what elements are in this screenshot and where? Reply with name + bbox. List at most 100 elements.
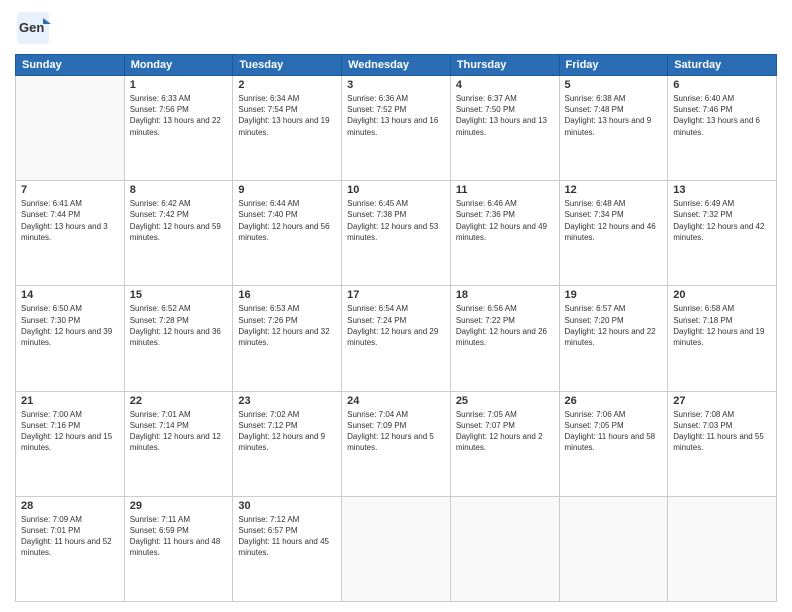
day-number: 16 — [238, 289, 336, 301]
calendar-cell — [342, 496, 451, 601]
day-number: 3 — [347, 79, 445, 91]
day-info: Sunrise: 6:34 AMSunset: 7:54 PMDaylight:… — [238, 93, 336, 138]
day-info: Sunrise: 7:02 AMSunset: 7:12 PMDaylight:… — [238, 409, 336, 454]
day-info: Sunrise: 7:11 AMSunset: 6:59 PMDaylight:… — [130, 514, 228, 559]
calendar-cell: 18Sunrise: 6:56 AMSunset: 7:22 PMDayligh… — [450, 286, 559, 391]
day-number: 24 — [347, 395, 445, 407]
day-info: Sunrise: 6:45 AMSunset: 7:38 PMDaylight:… — [347, 198, 445, 243]
logo-icon: Gen — [15, 10, 51, 46]
day-info: Sunrise: 6:48 AMSunset: 7:34 PMDaylight:… — [565, 198, 663, 243]
calendar-cell: 16 Sunrise: 6:53 AMSunset: 7:26 PMDayligh… — [233, 286, 342, 391]
day-number: 26 — [565, 395, 663, 407]
day-info: Sunrise: 6:37 AMSunset: 7:50 PMDaylight:… — [456, 93, 554, 138]
svg-text:Gen: Gen — [19, 20, 44, 35]
calendar-cell — [559, 496, 668, 601]
calendar-cell: 28 Sunrise: 7:09 AMSunset: 7:01 PMDayligh… — [16, 496, 125, 601]
day-info: Sunrise: 7:00 AMSunset: 7:16 PMDaylight:… — [21, 409, 119, 454]
calendar-cell: 19 Sunrise: 6:57 AMSunset: 7:20 PMDayligh… — [559, 286, 668, 391]
weekday-header-wednesday: Wednesday — [342, 55, 451, 76]
week-row-0: 1Sunrise: 6:33 AMSunset: 7:56 PMDaylight… — [16, 76, 777, 181]
day-info: Sunrise: 6:41 AMSunset: 7:44 PMDaylight:… — [21, 198, 119, 243]
calendar-cell: 23 Sunrise: 7:02 AMSunset: 7:12 PMDayligh… — [233, 391, 342, 496]
calendar-cell: 5 Sunrise: 6:38 AMSunset: 7:48 PMDaylight… — [559, 76, 668, 181]
calendar-cell — [450, 496, 559, 601]
day-number: 23 — [238, 395, 336, 407]
page: Gen SundayMondayTuesdayWednesdayThursday… — [0, 0, 792, 612]
calendar-cell: 3 Sunrise: 6:36 AMSunset: 7:52 PMDaylight… — [342, 76, 451, 181]
weekday-header-thursday: Thursday — [450, 55, 559, 76]
week-row-4: 28 Sunrise: 7:09 AMSunset: 7:01 PMDayligh… — [16, 496, 777, 601]
day-number: 19 — [565, 289, 663, 301]
week-row-3: 21 Sunrise: 7:00 AMSunset: 7:16 PMDayligh… — [16, 391, 777, 496]
day-number: 4 — [456, 79, 554, 91]
calendar-cell: 25Sunrise: 7:05 AMSunset: 7:07 PMDayligh… — [450, 391, 559, 496]
day-info: Sunrise: 6:58 AMSunset: 7:18 PMDaylight:… — [673, 303, 771, 348]
day-info: Sunrise: 6:38 AMSunset: 7:48 PMDaylight:… — [565, 93, 663, 138]
day-info: Sunrise: 6:57 AMSunset: 7:20 PMDaylight:… — [565, 303, 663, 348]
weekday-header-saturday: Saturday — [668, 55, 777, 76]
calendar-cell: 24 Sunrise: 7:04 AMSunset: 7:09 PMDayligh… — [342, 391, 451, 496]
day-info: Sunrise: 6:42 AMSunset: 7:42 PMDaylight:… — [130, 198, 228, 243]
calendar-cell: 11 Sunrise: 6:46 AMSunset: 7:36 PMDayligh… — [450, 181, 559, 286]
weekday-header-sunday: Sunday — [16, 55, 125, 76]
day-info: Sunrise: 7:08 AMSunset: 7:03 PMDaylight:… — [673, 409, 771, 454]
day-number: 8 — [130, 184, 228, 196]
calendar-cell: 15Sunrise: 6:52 AMSunset: 7:28 PMDayligh… — [124, 286, 233, 391]
day-number: 17 — [347, 289, 445, 301]
day-info: Sunrise: 7:01 AMSunset: 7:14 PMDaylight:… — [130, 409, 228, 454]
day-number: 22 — [130, 395, 228, 407]
day-info: Sunrise: 6:50 AMSunset: 7:30 PMDaylight:… — [21, 303, 119, 348]
day-number: 14 — [21, 289, 119, 301]
calendar-cell: 4 Sunrise: 6:37 AMSunset: 7:50 PMDaylight… — [450, 76, 559, 181]
calendar-cell: 12 Sunrise: 6:48 AMSunset: 7:34 PMDayligh… — [559, 181, 668, 286]
day-info: Sunrise: 6:54 AMSunset: 7:24 PMDaylight:… — [347, 303, 445, 348]
calendar-cell — [16, 76, 125, 181]
logo: Gen — [15, 10, 53, 46]
calendar-table: SundayMondayTuesdayWednesdayThursdayFrid… — [15, 54, 777, 602]
day-info: Sunrise: 7:04 AMSunset: 7:09 PMDaylight:… — [347, 409, 445, 454]
day-number: 27 — [673, 395, 771, 407]
week-row-1: 7 Sunrise: 6:41 AMSunset: 7:44 PMDaylight… — [16, 181, 777, 286]
day-info: Sunrise: 6:52 AMSunset: 7:28 PMDaylight:… — [130, 303, 228, 348]
calendar-cell: 26Sunrise: 7:06 AMSunset: 7:05 PMDayligh… — [559, 391, 668, 496]
calendar-cell: 17 Sunrise: 6:54 AMSunset: 7:24 PMDayligh… — [342, 286, 451, 391]
day-number: 5 — [565, 79, 663, 91]
day-number: 25 — [456, 395, 554, 407]
calendar-cell: 1Sunrise: 6:33 AMSunset: 7:56 PMDaylight… — [124, 76, 233, 181]
day-info: Sunrise: 6:33 AMSunset: 7:56 PMDaylight:… — [130, 93, 228, 138]
day-number: 21 — [21, 395, 119, 407]
day-info: Sunrise: 6:36 AMSunset: 7:52 PMDaylight:… — [347, 93, 445, 138]
day-number: 11 — [456, 184, 554, 196]
day-info: Sunrise: 6:44 AMSunset: 7:40 PMDaylight:… — [238, 198, 336, 243]
day-info: Sunrise: 6:49 AMSunset: 7:32 PMDaylight:… — [673, 198, 771, 243]
day-number: 28 — [21, 500, 119, 512]
day-number: 20 — [673, 289, 771, 301]
calendar-cell: 29 Sunrise: 7:11 AMSunset: 6:59 PMDayligh… — [124, 496, 233, 601]
day-info: Sunrise: 6:53 AMSunset: 7:26 PMDaylight:… — [238, 303, 336, 348]
weekday-header-tuesday: Tuesday — [233, 55, 342, 76]
weekday-header-row: SundayMondayTuesdayWednesdayThursdayFrid… — [16, 55, 777, 76]
calendar-cell: 8 Sunrise: 6:42 AMSunset: 7:42 PMDaylight… — [124, 181, 233, 286]
day-number: 12 — [565, 184, 663, 196]
day-number: 6 — [673, 79, 771, 91]
calendar-cell — [668, 496, 777, 601]
calendar-cell: 10 Sunrise: 6:45 AMSunset: 7:38 PMDayligh… — [342, 181, 451, 286]
calendar-cell: 20 Sunrise: 6:58 AMSunset: 7:18 PMDayligh… — [668, 286, 777, 391]
day-info: Sunrise: 6:46 AMSunset: 7:36 PMDaylight:… — [456, 198, 554, 243]
day-number: 29 — [130, 500, 228, 512]
week-row-2: 14 Sunrise: 6:50 AMSunset: 7:30 PMDayligh… — [16, 286, 777, 391]
header: Gen — [15, 10, 777, 46]
day-info: Sunrise: 6:40 AMSunset: 7:46 PMDaylight:… — [673, 93, 771, 138]
calendar-cell: 21 Sunrise: 7:00 AMSunset: 7:16 PMDayligh… — [16, 391, 125, 496]
calendar-cell: 7 Sunrise: 6:41 AMSunset: 7:44 PMDaylight… — [16, 181, 125, 286]
day-info: Sunrise: 7:09 AMSunset: 7:01 PMDaylight:… — [21, 514, 119, 559]
calendar-cell: 13Sunrise: 6:49 AMSunset: 7:32 PMDayligh… — [668, 181, 777, 286]
weekday-header-monday: Monday — [124, 55, 233, 76]
weekday-header-friday: Friday — [559, 55, 668, 76]
day-number: 7 — [21, 184, 119, 196]
day-info: Sunrise: 6:56 AMSunset: 7:22 PMDaylight:… — [456, 303, 554, 348]
day-number: 10 — [347, 184, 445, 196]
calendar-cell: 6 Sunrise: 6:40 AMSunset: 7:46 PMDaylight… — [668, 76, 777, 181]
calendar-cell: 27 Sunrise: 7:08 AMSunset: 7:03 PMDayligh… — [668, 391, 777, 496]
day-number: 2 — [238, 79, 336, 91]
